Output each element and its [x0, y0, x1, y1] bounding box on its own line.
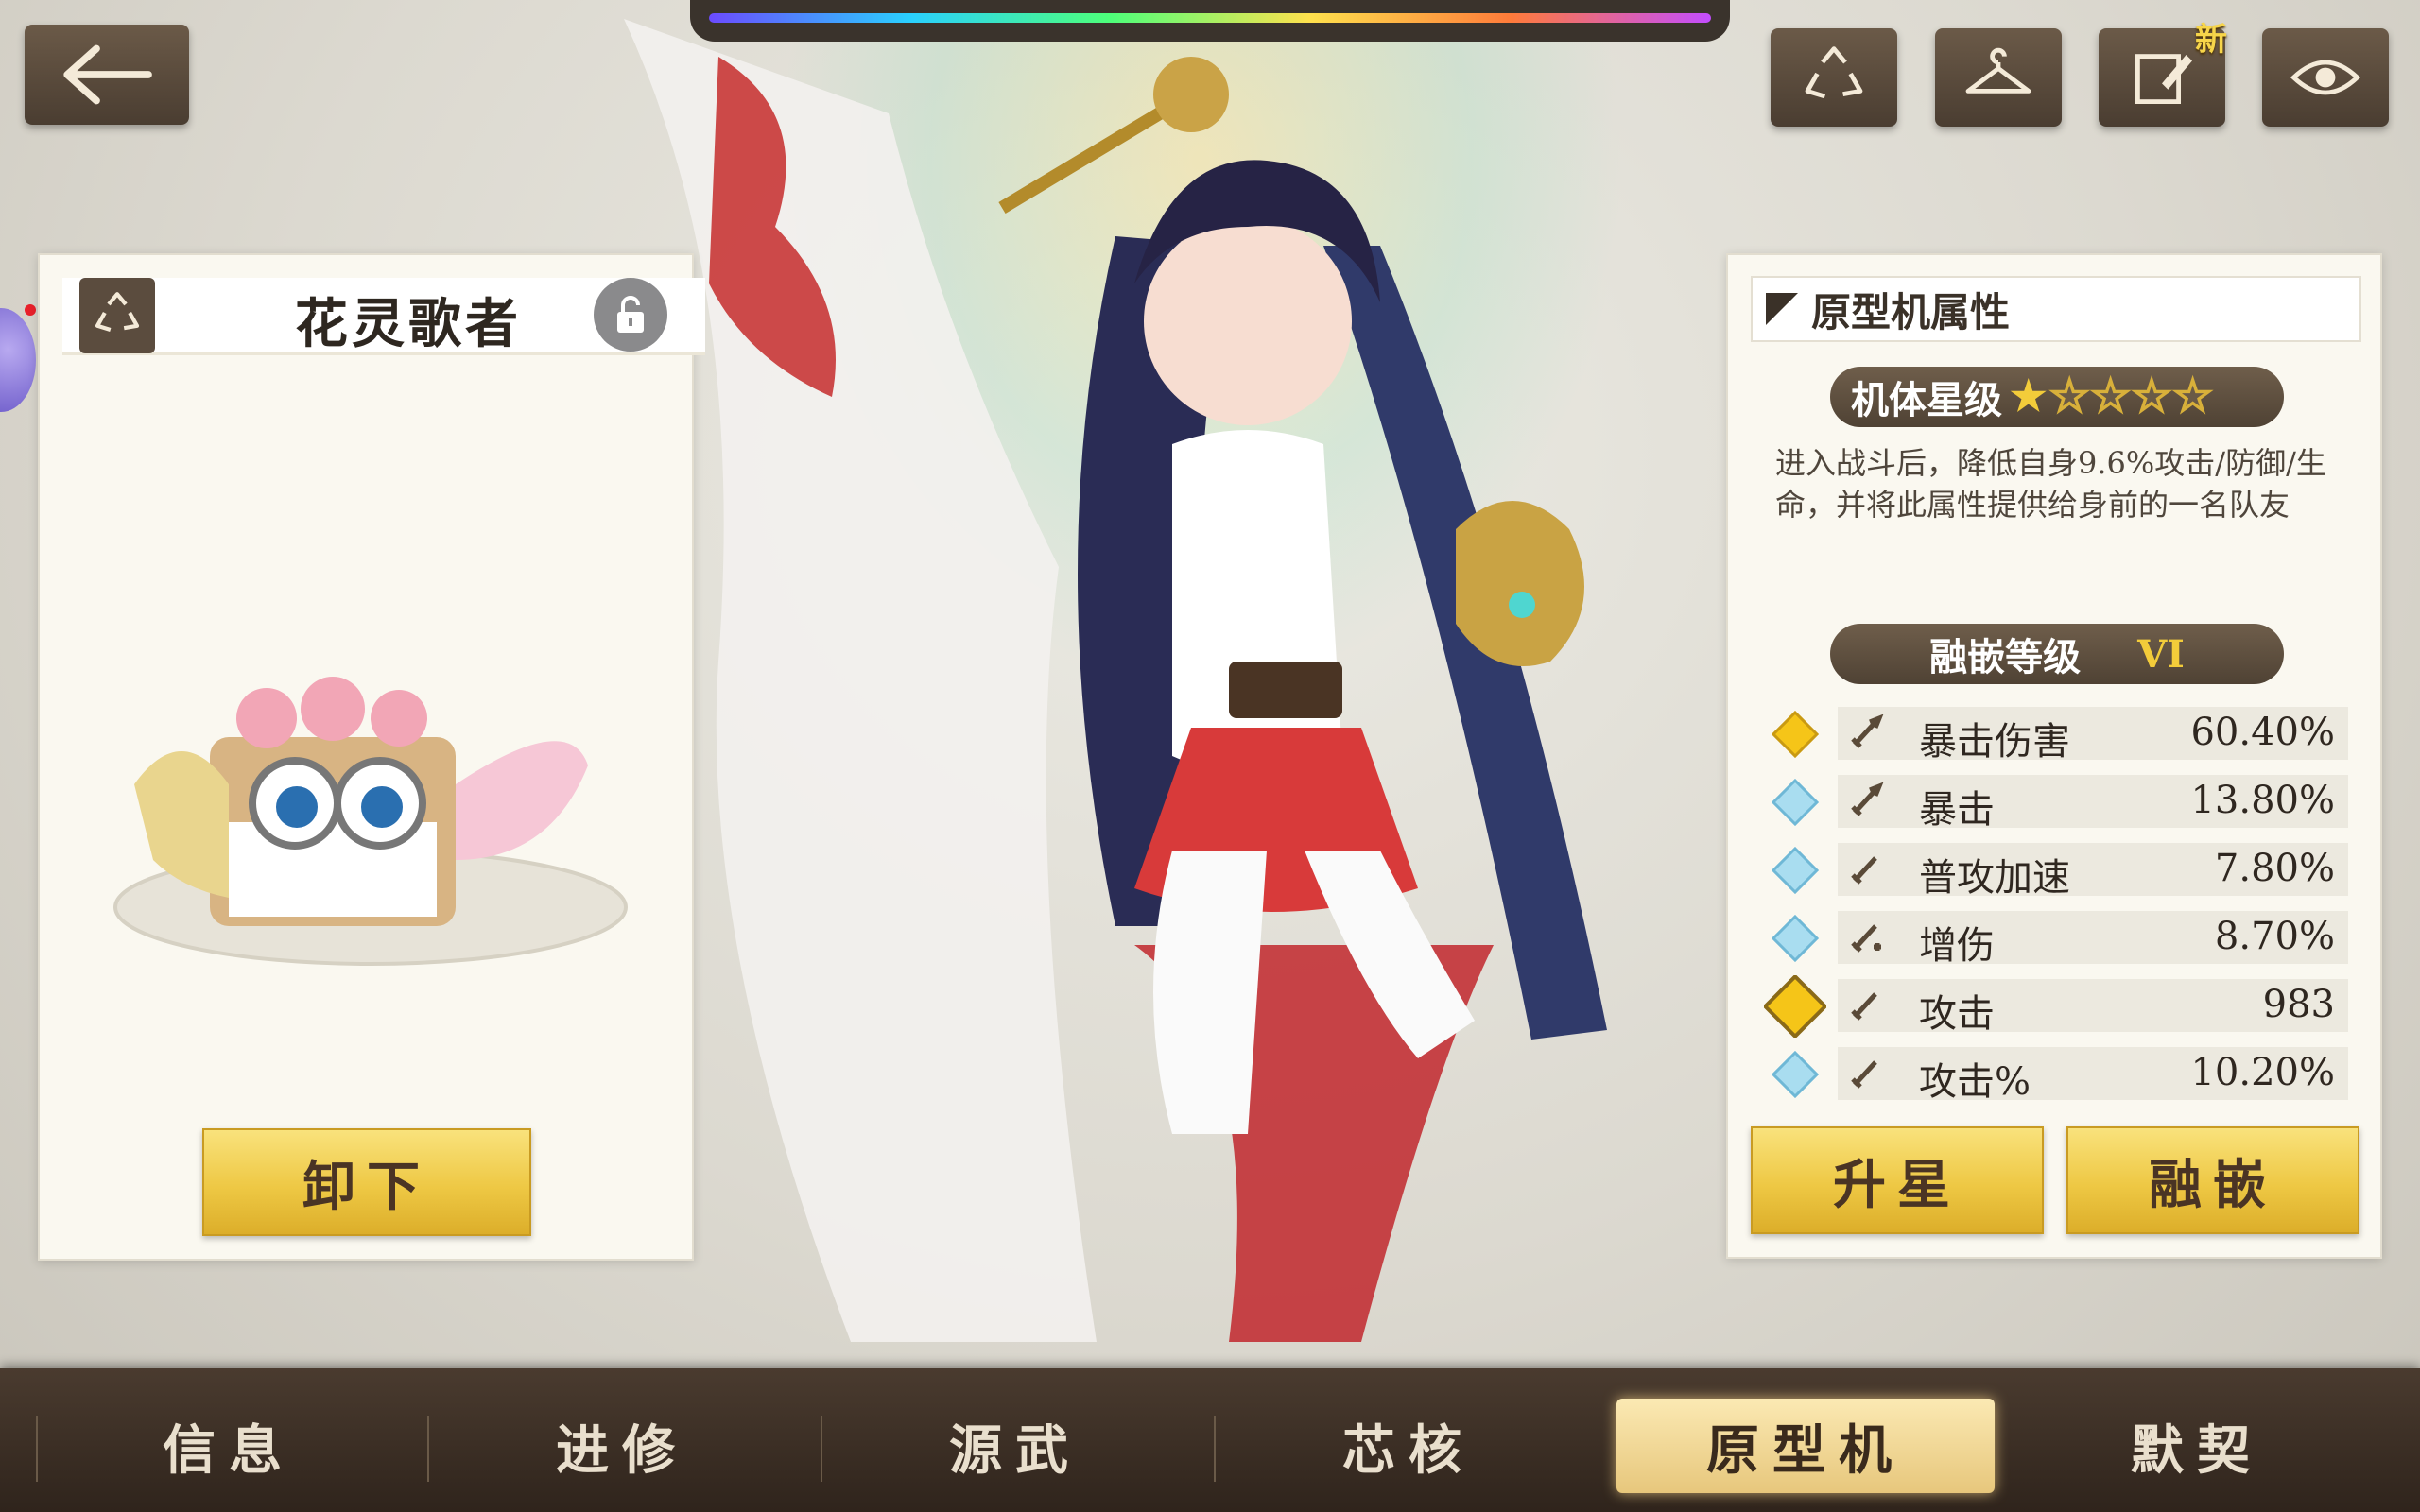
sword-icon: [1851, 924, 1881, 953]
stat-name: 暴击伤害: [1919, 720, 2070, 764]
gold-diamond-icon: [1772, 711, 1819, 758]
tab-weapon[interactable]: 源武: [826, 1399, 1204, 1493]
blue-diamond-icon: [1772, 1051, 1819, 1098]
tab-prototype[interactable]: 原型机: [1616, 1399, 1995, 1493]
bottom-tab-bar: 信息 进修 源武 芯核 原型机 默契: [0, 1368, 2420, 1512]
attributes-header: 原型机属性: [1751, 276, 2361, 342]
fusion-button[interactable]: 融嵌: [2066, 1126, 2360, 1234]
tab-bond[interactable]: 默契: [2008, 1399, 2386, 1493]
star-level-bar: 机体星级 ★ ★ ★ ★ ★: [1830, 367, 2284, 427]
recycle-icon: [95, 292, 140, 333]
notification-dot: [25, 304, 36, 316]
prototype-name: 花灵歌者: [295, 293, 522, 355]
recycle-button[interactable]: [1771, 28, 1897, 127]
stat-row: 攻击% 10.20%: [1772, 1047, 2348, 1104]
eye-icon: [2290, 60, 2361, 95]
prototype-card-panel: 花灵歌者 卸下: [38, 253, 705, 1261]
stat-name: 攻击: [1919, 992, 1995, 1036]
gold-diamond-large-icon: [1764, 975, 1826, 1038]
star-empty-icon: ★: [2049, 372, 2088, 421]
stat-value: 13.80%: [2190, 779, 2335, 822]
outfit-button[interactable]: [1935, 28, 2062, 127]
tab-info[interactable]: 信息: [40, 1399, 418, 1493]
top-status-bar: [690, 0, 1730, 42]
new-badge: 新: [2195, 21, 2227, 59]
fusion-level-label: 融嵌等级: [1929, 635, 2082, 679]
stat-row: 增伤 8.70%: [1772, 911, 2348, 968]
stat-row: 普攻加速 7.80%: [1772, 843, 2348, 900]
star-empty-icon: ★: [2173, 372, 2212, 421]
stat-value: 983: [2262, 983, 2335, 1026]
stat-row: 暴击 13.80%: [1772, 775, 2348, 832]
stat-value: 7.80%: [2214, 847, 2335, 890]
tab-training[interactable]: 进修: [433, 1399, 811, 1493]
unload-button[interactable]: 卸下: [202, 1128, 531, 1236]
stat-value: 8.70%: [2214, 915, 2335, 958]
edit-button[interactable]: 新: [2099, 21, 2227, 127]
lock-button[interactable]: [594, 278, 667, 352]
character-illustration: [624, 19, 1607, 1342]
prototype-attributes-panel: 原型机属性 机体星级 ★ ★ ★ ★ ★ 进入战斗后，降低自身9.6%攻击/防御…: [1726, 253, 2382, 1259]
blue-diamond-icon: [1772, 915, 1819, 962]
recycle-icon: [1805, 46, 1863, 99]
sword-icon: [1851, 856, 1877, 885]
prototype-description: 进入战斗后，降低自身9.6%攻击/防御/生命，并将此属性提供给身前的一名队友: [1775, 445, 2326, 523]
star-empty-icon: ★: [2091, 372, 2130, 421]
star-empty-icon: ★: [2132, 372, 2170, 421]
sword-icon: [1851, 782, 1884, 816]
stat-row: 攻击 983: [1764, 975, 2348, 1038]
sword-icon: [1851, 992, 1877, 1021]
unlock-icon: [617, 296, 644, 333]
fusion-level-value: VI: [2137, 631, 2185, 677]
star-icon: ★: [2010, 372, 2048, 421]
blue-diamond-icon: [1772, 847, 1819, 894]
sword-icon: [1851, 1060, 1877, 1089]
stat-name: 普攻加速: [1919, 856, 2070, 900]
stat-value: 60.40%: [2190, 711, 2335, 754]
tab-core[interactable]: 芯核: [1219, 1399, 1598, 1493]
star-level-label: 机体星级: [1851, 378, 2002, 422]
stat-row: 暴击伤害 60.40%: [1772, 707, 2348, 764]
side-character-icon[interactable]: [0, 308, 36, 412]
hanger-icon: [1965, 47, 2031, 94]
stat-name: 暴击: [1919, 788, 1995, 832]
stat-name: 攻击%: [1919, 1060, 2031, 1104]
prototype-mascot-image: [113, 677, 628, 966]
sword-icon: [1851, 714, 1884, 748]
edit-note-icon: [2135, 54, 2192, 104]
back-button[interactable]: [25, 25, 189, 125]
arrow-left-icon: [63, 44, 152, 105]
stat-name: 增伤: [1919, 924, 1995, 968]
blue-diamond-icon: [1772, 779, 1819, 826]
attributes-title: 原型机属性: [1811, 288, 2011, 335]
stat-value: 10.20%: [2190, 1051, 2335, 1094]
fusion-level-bar: 融嵌等级 VI: [1830, 624, 2284, 684]
recycle-small-button[interactable]: [79, 278, 155, 353]
view-button[interactable]: [2262, 28, 2389, 127]
upgrade-star-button[interactable]: 升星: [1751, 1126, 2044, 1234]
